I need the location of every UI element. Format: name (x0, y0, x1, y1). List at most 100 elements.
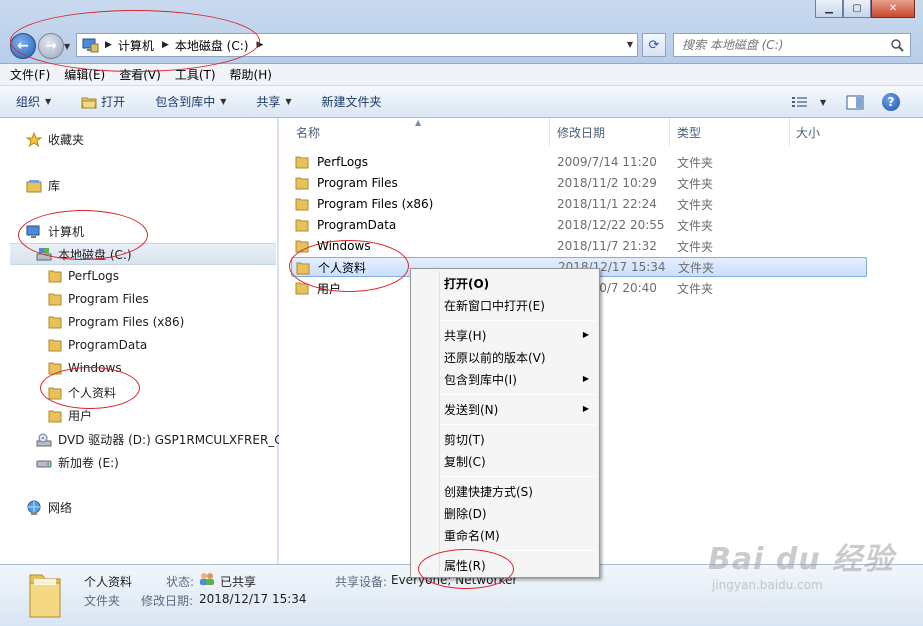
breadcrumb-separator-icon[interactable]: ▶ (162, 40, 169, 50)
column-date[interactable]: 修改日期 (557, 124, 605, 141)
column-type[interactable]: 类型 (677, 124, 701, 141)
folder-icon (295, 176, 309, 193)
refresh-button[interactable]: ⟳ (642, 33, 666, 57)
nav-network[interactable]: 网络 (26, 499, 72, 516)
folder-icon (48, 338, 62, 352)
menu-view[interactable]: 查看(V) (119, 66, 161, 83)
search-input[interactable] (682, 38, 882, 52)
menu-tools[interactable]: 工具(T) (175, 66, 216, 83)
folder-icon (295, 155, 309, 172)
nav-libraries[interactable]: 库 (26, 177, 60, 194)
nav-folder-personal[interactable]: 个人资料 (48, 384, 116, 401)
organize-button[interactable]: 组织 ▼ (16, 93, 51, 110)
breadcrumb-local-disk[interactable]: 本地磁盘 (C:) (175, 37, 249, 54)
column-divider[interactable] (669, 118, 670, 146)
recent-pages-dropdown[interactable]: ▼ (64, 42, 70, 51)
dvd-drive-icon (36, 432, 52, 448)
help-button[interactable]: ? (882, 86, 900, 118)
menu-item-properties[interactable]: 属性(R) (444, 557, 486, 574)
share-label: 共享 (256, 95, 281, 109)
nav-folder-programdata[interactable]: ProgramData (48, 338, 147, 352)
menu-item-copy[interactable]: 复制(C) (444, 453, 486, 470)
address-bar[interactable]: ▶ 计算机 ▶ 本地磁盘 (C:) ▶ ▼ (76, 33, 638, 57)
nav-computer[interactable]: 计算机 (26, 223, 84, 240)
details-state-value: 已共享 (220, 575, 257, 589)
search-icon[interactable] (890, 38, 904, 55)
nav-label: DVD 驱动器 (D:) GSP1RMCULXFRER_C (58, 433, 283, 447)
new-folder-button[interactable]: 新建文件夹 (322, 93, 382, 110)
nav-folder-program-files-x86[interactable]: Program Files (x86) (48, 315, 184, 329)
search-box[interactable] (673, 33, 911, 57)
file-row[interactable]: Windows 2018/11/7 21:32 文件夹 (291, 236, 867, 256)
nav-folder-perflogs[interactable]: PerfLogs (48, 269, 119, 283)
file-type: 文件夹 (677, 176, 714, 191)
file-date: 2018/11/1 22:24 (557, 197, 657, 211)
nav-dvd-drive[interactable]: DVD 驱动器 (D:) GSP1RMCULXFRER_C (36, 431, 283, 448)
view-options-button[interactable]: ▼ (792, 86, 826, 118)
file-date: 2009/7/14 11:20 (557, 155, 657, 169)
details-state-label: 状态: (166, 575, 195, 589)
maximize-button[interactable]: ▢ (843, 0, 871, 18)
menu-item-open-new-window[interactable]: 在新窗口中打开(E) (444, 297, 545, 314)
menu-separator (441, 320, 596, 321)
breadcrumb-separator-icon[interactable]: ▶ (105, 40, 112, 50)
star-icon (26, 131, 42, 148)
column-divider[interactable] (549, 118, 550, 146)
nav-folder-users[interactable]: 用户 (48, 407, 92, 424)
menu-item-open[interactable]: 打开(O) (444, 275, 489, 292)
share-button[interactable]: 共享 ▼ (256, 93, 291, 110)
forward-button[interactable]: → (38, 33, 64, 59)
navigation-pane: 收藏夹 库 计算机 本地磁盘 (C:) PerfLogs Program Fil… (0, 118, 283, 564)
file-name: 用户 (317, 281, 342, 296)
folder-icon (295, 239, 309, 256)
preview-pane-button[interactable] (846, 86, 864, 118)
menu-item-include-in-library[interactable]: 包含到库中(I) (444, 371, 517, 388)
file-row[interactable]: ProgramData 2018/12/22 20:55 文件夹 (291, 215, 867, 235)
menu-help[interactable]: 帮助(H) (230, 66, 272, 83)
menu-file[interactable]: 文件(F) (10, 66, 50, 83)
menu-separator (441, 424, 596, 425)
nav-folder-windows[interactable]: Windows (48, 361, 122, 375)
file-row[interactable]: Program Files (x86) 2018/11/1 22:24 文件夹 (291, 194, 867, 214)
breadcrumb-separator-icon[interactable]: ▶ (256, 40, 263, 50)
folder-icon (48, 409, 62, 423)
nav-favorites[interactable]: 收藏夹 (26, 131, 84, 148)
file-row[interactable]: PerfLogs 2009/7/14 11:20 文件夹 (291, 152, 867, 172)
file-date: 2018/11/7 21:32 (557, 239, 657, 253)
back-button[interactable]: ← (10, 33, 36, 59)
view-list-icon (792, 96, 808, 108)
include-in-library-button[interactable]: 包含到库中 ▼ (155, 93, 226, 110)
address-history-dropdown[interactable]: ▼ (627, 40, 633, 49)
breadcrumb-computer[interactable]: 计算机 (118, 37, 154, 54)
menu-item-restore-versions[interactable]: 还原以前的版本(V) (444, 349, 546, 366)
file-list: ▲ 名称 修改日期 类型 大小 PerfLogs 2009/7/14 11:20… (279, 118, 923, 564)
menu-item-send-to[interactable]: 发送到(N) (444, 401, 498, 418)
menu-item-share[interactable]: 共享(H) (444, 327, 486, 344)
nav-local-disk[interactable]: 本地磁盘 (C:) (10, 243, 276, 265)
file-row[interactable]: Program Files 2018/11/2 10:29 文件夹 (291, 173, 867, 193)
nav-label: 计算机 (48, 225, 85, 239)
network-icon (26, 500, 42, 516)
menu-item-rename[interactable]: 重命名(M) (444, 527, 500, 544)
details-kind: 文件夹 (84, 594, 121, 608)
nav-label: 个人资料 (68, 386, 117, 400)
nav-folder-program-files[interactable]: Program Files (48, 292, 149, 306)
minimize-button[interactable]: ▁ (815, 0, 843, 18)
details-shared-with-label: 共享设备: (335, 575, 388, 589)
menu-edit[interactable]: 编辑(E) (64, 66, 105, 83)
nav-label: 网络 (48, 501, 73, 515)
folder-icon (295, 197, 309, 214)
menu-item-delete[interactable]: 删除(D) (444, 505, 487, 522)
column-divider[interactable] (789, 118, 790, 146)
column-name[interactable]: 名称 (296, 124, 320, 141)
folder-icon (48, 269, 62, 283)
file-date: 2018/11/2 10:29 (557, 176, 657, 190)
menu-item-create-shortcut[interactable]: 创建快捷方式(S) (444, 483, 533, 500)
watermark-url: jingyan.baidu.com (712, 578, 823, 592)
open-button[interactable]: 打开 (81, 93, 125, 110)
close-button[interactable]: ✕ (871, 0, 915, 18)
column-size[interactable]: 大小 (796, 124, 820, 141)
nav-new-volume[interactable]: 新加卷 (E:) (36, 454, 119, 471)
menu-bar: 文件(F) 编辑(E) 查看(V) 工具(T) 帮助(H) (0, 64, 923, 86)
menu-item-cut[interactable]: 剪切(T) (444, 431, 485, 448)
